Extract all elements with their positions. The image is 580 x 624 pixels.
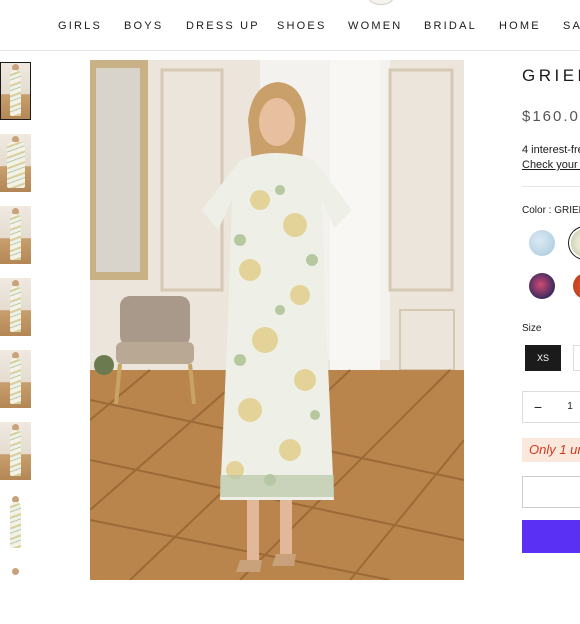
check-purchasing-power-link[interactable]: Check your p	[522, 159, 580, 171]
size-label: Size	[522, 323, 542, 334]
top-navigation: GIRLS BOYS DRESS UP SHOES WOMEN BRIDAL H…	[0, 0, 580, 51]
thumbnail-6[interactable]	[0, 422, 31, 480]
nav-item-women[interactable]: WOMEN	[348, 20, 402, 32]
dress-figure	[10, 286, 21, 332]
nav-item-home[interactable]: HOME	[499, 20, 541, 32]
thumbnail-1[interactable]	[0, 62, 31, 120]
thumbnail-2[interactable]	[0, 134, 31, 192]
logo-icon[interactable]	[368, 0, 394, 5]
minus-icon[interactable]: −	[523, 392, 553, 422]
plant	[94, 355, 114, 375]
model-head	[12, 568, 19, 575]
thumbnail-4[interactable]	[0, 278, 31, 336]
thumbnail-5[interactable]	[0, 350, 31, 408]
color-swatch-orange[interactable]	[573, 273, 580, 299]
chair-seat	[116, 342, 194, 364]
nav-item-sale[interactable]: SA	[563, 20, 580, 32]
product-photo	[90, 60, 464, 580]
size-option-xs[interactable]: XS	[525, 345, 561, 371]
dress-figure	[10, 70, 21, 116]
color-label: Color : GRIER	[522, 205, 580, 216]
chair-back	[120, 296, 190, 346]
dress-figure	[10, 214, 21, 260]
divider	[522, 186, 580, 187]
dress-figure	[7, 142, 25, 188]
nav-item-dress-up[interactable]: DRESS UP	[186, 20, 260, 32]
color-swatch-purple-floral[interactable]	[529, 273, 555, 299]
product-price: $160.0	[522, 108, 580, 125]
dress-figure	[10, 502, 21, 548]
product-title: GRIER	[522, 66, 580, 85]
nav-item-shoes[interactable]: SHOES	[277, 20, 327, 32]
color-swatch-grier-selected[interactable]	[571, 229, 580, 257]
main-product-image[interactable]	[90, 60, 464, 580]
color-swatch-light-blue[interactable]	[529, 230, 555, 256]
model-face	[259, 98, 295, 146]
nav-item-bridal[interactable]: BRIDAL	[424, 20, 477, 32]
dress-hem-border	[220, 475, 334, 497]
product-info-panel: GRIER $160.0 4 interest-fre Check your p…	[522, 60, 580, 580]
model-leg-left	[247, 500, 259, 560]
mirror	[96, 68, 140, 272]
size-option-next[interactable]	[573, 345, 580, 371]
nav-item-boys[interactable]: BOYS	[124, 20, 163, 32]
dress-figure	[10, 358, 21, 404]
thumbnail-7[interactable]	[0, 494, 31, 552]
quantity-stepper: − 1	[522, 391, 580, 423]
dress-figure	[10, 430, 21, 476]
nav-item-girls[interactable]: GIRLS	[58, 20, 102, 32]
thumbnail-8[interactable]	[0, 566, 31, 624]
installments-text: 4 interest-fre	[522, 144, 580, 156]
model-leg-right	[280, 500, 292, 556]
add-to-cart-button[interactable]	[522, 476, 580, 508]
thumbnail-3[interactable]	[0, 206, 31, 264]
quantity-value[interactable]: 1	[563, 392, 577, 422]
stock-warning: Only 1 ur	[522, 438, 580, 462]
buy-now-button[interactable]	[522, 520, 580, 553]
